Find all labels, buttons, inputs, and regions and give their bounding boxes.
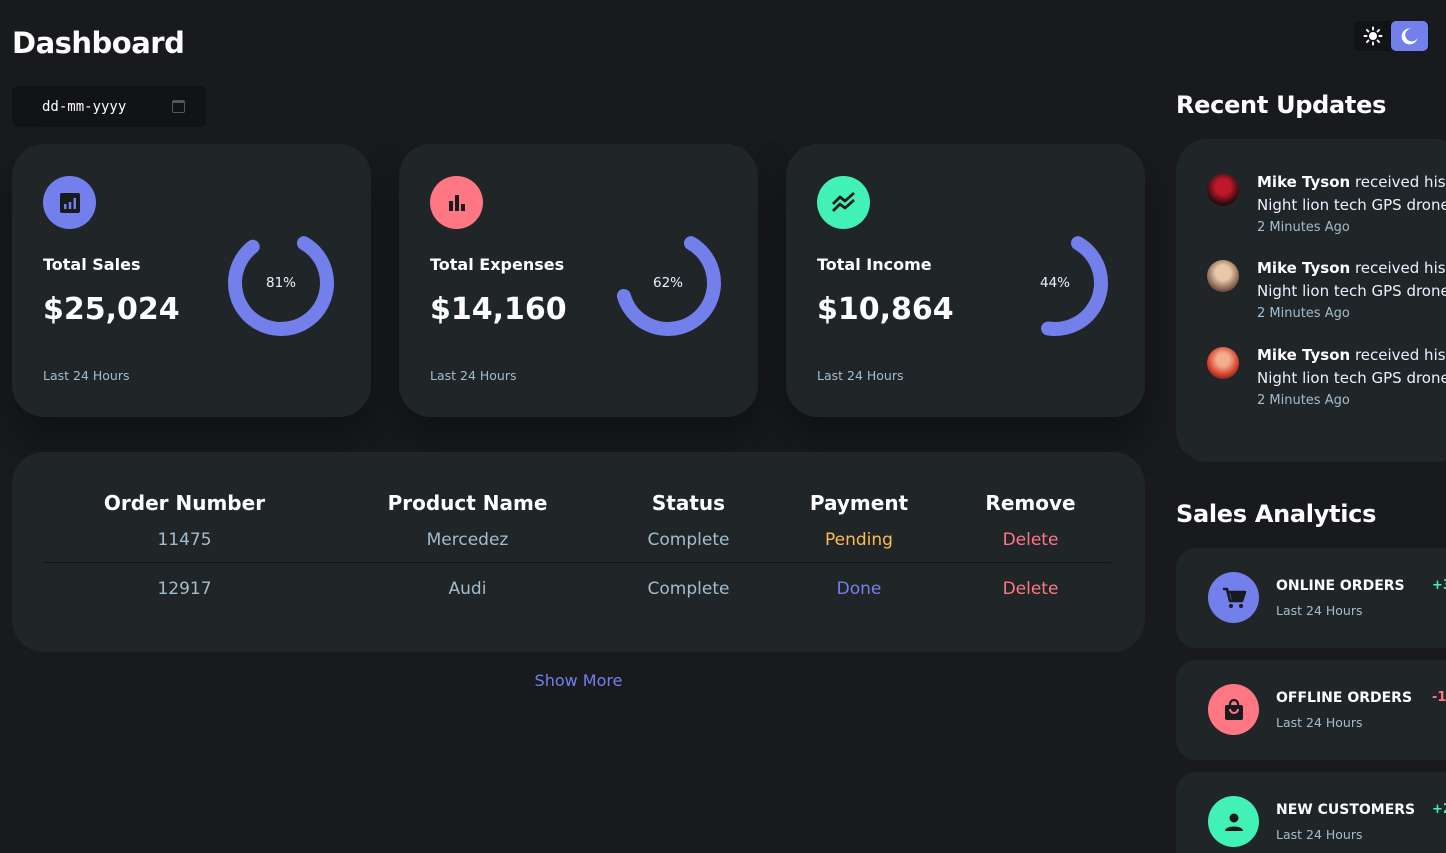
analytics-title: OFFLINE ORDERS	[1276, 690, 1413, 706]
insight-period: Last 24 Hours	[430, 368, 517, 383]
table-row: 12917 Audi Complete Done Delete	[43, 562, 1111, 616]
insight-title: Total Income	[817, 255, 932, 274]
recent-updates-panel: Mike Tyson received his Night lion tech G…	[1176, 139, 1446, 462]
analytics-title: NEW CUSTOMERS	[1276, 802, 1416, 818]
analytics-delta: +39%	[1432, 578, 1446, 593]
insight-card-expenses: Total Expenses $14,160 62% Last 24 Hours	[399, 144, 758, 417]
show-more-link[interactable]: Show More	[0, 671, 1157, 690]
person-icon	[1208, 796, 1259, 847]
delete-button[interactable]: Delete	[950, 562, 1111, 616]
analytics-title: ONLINE ORDERS	[1276, 578, 1405, 594]
avatar	[1207, 347, 1239, 379]
dark-mode-button[interactable]	[1391, 21, 1428, 51]
product-name: Mercedez	[326, 518, 609, 563]
insight-percentage: 44%	[1039, 275, 1070, 291]
analytics-item-new-customers: NEW CUSTOMERS Last 24 Hours +25%	[1176, 772, 1446, 853]
payment-status: Pending	[768, 518, 950, 563]
page-title: Dashboard	[12, 26, 185, 60]
column-header-order-number: Order Number	[103, 491, 266, 515]
update-message: Mike Tyson received his Night lion tech G…	[1257, 173, 1446, 214]
shopping-cart-icon	[1208, 572, 1259, 623]
update-message: Mike Tyson received his Night lion tech G…	[1257, 259, 1446, 300]
insight-value: $10,864	[817, 292, 954, 327]
insight-value: $14,160	[430, 292, 567, 327]
insight-percentage: 62%	[652, 275, 683, 291]
sun-icon	[1363, 26, 1382, 46]
analytics-period: Last 24 Hours	[1276, 715, 1363, 730]
table-row: 11475 Mercedez Complete Pending Delete	[43, 518, 1111, 563]
analytics-item-offline-orders: OFFLINE ORDERS Last 24 Hours -17%	[1176, 660, 1446, 760]
shopping-bag-icon	[1208, 684, 1259, 735]
analytics-delta: +25%	[1432, 802, 1446, 817]
avatar	[1207, 174, 1239, 206]
analytics-item-online-orders: ONLINE ORDERS Last 24 Hours +39%	[1176, 548, 1446, 648]
analytics-period: Last 24 Hours	[1276, 603, 1363, 618]
moon-icon	[1401, 28, 1417, 45]
sales-analytics-title: Sales Analytics	[1176, 500, 1377, 528]
analytics-delta: -17%	[1432, 690, 1446, 705]
avatar	[1207, 260, 1239, 292]
update-time: 2 Minutes Ago	[1257, 220, 1350, 235]
stacked-line-chart-icon	[817, 176, 870, 229]
insight-card-income: Total Income $10,864 44% Last 24 Hours	[786, 144, 1145, 417]
analytics-icon	[43, 176, 96, 229]
date-placeholder: dd-mm-yyyy	[42, 98, 127, 115]
theme-toggler[interactable]	[1354, 21, 1429, 51]
product-name: Audi	[448, 579, 487, 600]
insight-card-sales: Total Sales $25,024 81% Last 24 Hours	[12, 144, 371, 417]
column-header-payment: Payment	[809, 491, 909, 515]
order-status: Complete	[609, 518, 768, 563]
insight-title: Total Sales	[43, 255, 141, 274]
bar-chart-icon	[430, 176, 483, 229]
order-number: 11475	[43, 518, 326, 563]
analytics-period: Last 24 Hours	[1276, 827, 1363, 842]
insight-period: Last 24 Hours	[817, 368, 904, 383]
insight-value: $25,024	[43, 292, 180, 327]
order-status: Complete	[647, 579, 730, 600]
column-header-remove: Remove	[985, 491, 1076, 515]
payment-status: Done	[836, 579, 882, 600]
insight-percentage: 81%	[265, 275, 296, 291]
order-number: 12917	[157, 579, 212, 600]
update-message: Mike Tyson received his Night lion tech G…	[1257, 346, 1446, 387]
insight-title: Total Expenses	[430, 255, 565, 274]
date-input[interactable]: dd-mm-yyyy	[12, 86, 206, 127]
insight-period: Last 24 Hours	[43, 368, 130, 383]
recent-updates-title: Recent Updates	[1176, 91, 1387, 119]
light-mode-button[interactable]	[1354, 21, 1391, 51]
recent-orders-table: Order Number Product Name Status Payment…	[12, 452, 1145, 652]
column-header-product-name: Product Name	[387, 491, 548, 515]
calendar-icon[interactable]	[172, 100, 185, 113]
update-time: 2 Minutes Ago	[1257, 306, 1350, 321]
delete-button[interactable]: Delete	[950, 518, 1111, 563]
update-time: 2 Minutes Ago	[1257, 393, 1350, 408]
column-header-status: Status	[651, 491, 726, 515]
